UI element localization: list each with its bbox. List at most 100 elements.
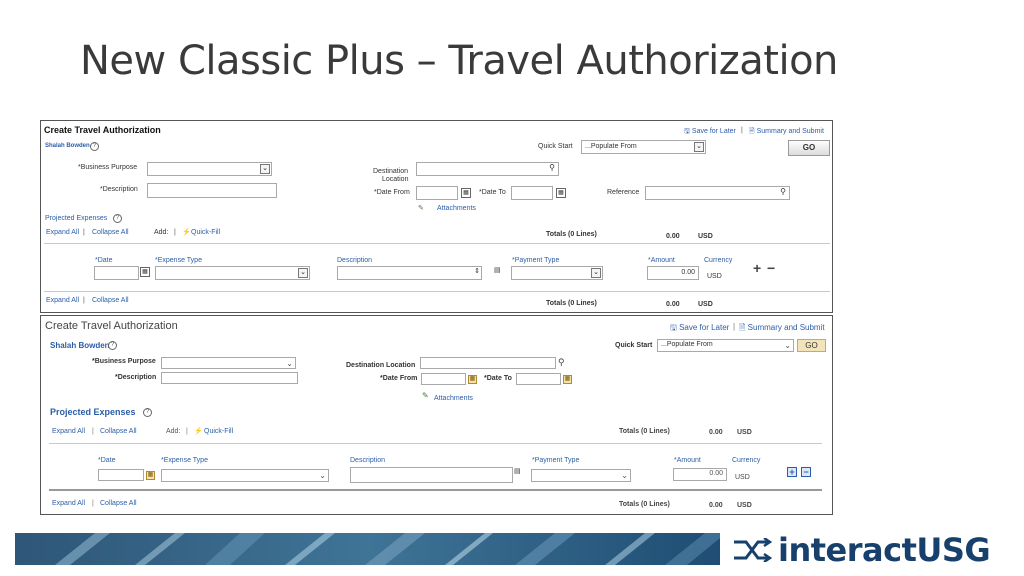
summary-submit-link[interactable]: 🗎 Summary and Submit <box>739 322 825 336</box>
user-name-link[interactable]: Shalah Bowden <box>50 341 110 350</box>
save-for-later-label: Save for Later <box>691 128 736 135</box>
calendar-icon[interactable]: ▦ <box>468 375 477 384</box>
date-from-input[interactable] <box>421 373 466 385</box>
collapse-all-link[interactable]: Collapse All <box>100 500 137 507</box>
quick-start-select[interactable]: ...Populate From ⌄ <box>657 339 794 352</box>
col-currency: Currency <box>704 257 733 264</box>
collapse-all-link[interactable]: Collapse All <box>100 428 137 435</box>
search-icon[interactable]: ⚲ <box>558 357 565 368</box>
date-to-input[interactable] <box>516 373 561 385</box>
quick-start-label: Quick Start <box>538 143 573 150</box>
summary-submit-link[interactable]: 🗎 Summary and Submit <box>749 127 824 138</box>
calendar-icon[interactable]: ▦ <box>461 188 471 198</box>
totals-amount: 0.00 <box>666 301 680 308</box>
row-amount-input[interactable]: 0.00 <box>673 468 727 481</box>
link-separator: | <box>83 229 85 236</box>
row-expense-type-select[interactable]: ⌄ <box>155 266 310 280</box>
scroll-arrows-icon[interactable]: ⇕ <box>474 267 480 275</box>
add-separator: | <box>186 428 188 435</box>
divider <box>44 291 830 292</box>
link-separator: | <box>83 297 85 304</box>
reference-label: Reference <box>607 189 640 196</box>
row-amount-input[interactable]: 0.00 <box>647 266 699 280</box>
description-input[interactable] <box>161 372 298 384</box>
link-separator: | <box>92 500 94 507</box>
spellcheck-icon[interactable]: ▤ <box>494 266 501 274</box>
col-description: Description <box>337 257 373 264</box>
calendar-icon[interactable]: ▦ <box>146 471 155 480</box>
spellcheck-icon[interactable]: ▤ <box>514 467 521 475</box>
attachment-icon: ✎ <box>418 205 424 212</box>
quick-fill-link[interactable]: Quick-Fill <box>191 229 220 236</box>
expand-all-link[interactable]: Expand All <box>46 229 79 236</box>
business-purpose-select[interactable]: ⌄ <box>147 162 272 176</box>
help-icon[interactable]: ? <box>108 341 117 350</box>
add-label: Add: <box>154 229 169 236</box>
go-button[interactable]: GO <box>797 339 826 352</box>
collapse-all-link[interactable]: Collapse All <box>92 297 129 304</box>
go-button[interactable]: GO <box>788 140 830 156</box>
row-amount-value: 0.00 <box>681 269 695 276</box>
summary-icon: 🗎 <box>739 323 746 332</box>
attachments-link[interactable]: Attachments <box>437 205 476 212</box>
add-row-button[interactable]: + <box>787 467 797 477</box>
row-expense-type-select[interactable]: ⌄ <box>161 469 329 482</box>
summary-submit-label: Summary and Submit <box>756 128 824 135</box>
divider <box>49 489 822 491</box>
help-icon[interactable]: ? <box>143 408 152 417</box>
calendar-icon[interactable]: ▦ <box>556 188 566 198</box>
totals-label: Totals (0 Lines) <box>546 300 597 307</box>
date-to-input[interactable] <box>511 186 553 200</box>
date-to-label: *Date To <box>479 189 506 196</box>
col-amount: *Amount <box>674 457 701 464</box>
business-purpose-select[interactable]: ⌄ <box>161 357 296 369</box>
totals-currency: USD <box>698 233 713 240</box>
collapse-all-link[interactable]: Collapse All <box>92 229 129 236</box>
calendar-icon[interactable]: ▦ <box>563 375 572 384</box>
expand-all-link[interactable]: Expand All <box>52 428 85 435</box>
delete-row-button[interactable]: − <box>767 260 775 276</box>
row-description-input[interactable] <box>350 467 513 483</box>
search-icon[interactable]: ⚲ <box>549 163 555 172</box>
row-description-input[interactable]: ⇕ <box>337 266 482 280</box>
quick-fill-link[interactable]: Quick-Fill <box>204 428 233 435</box>
col-expense-type: *Expense Type <box>155 257 202 264</box>
row-date-input[interactable] <box>98 469 144 481</box>
add-row-button[interactable]: + <box>753 260 761 276</box>
help-icon[interactable]: ? <box>113 214 122 223</box>
logo-mark-icon <box>734 538 772 562</box>
quick-start-select[interactable]: ...Populate From ⌄ <box>581 140 706 154</box>
search-icon[interactable]: ⚲ <box>780 187 786 196</box>
save-for-later-link[interactable]: 🖫 Save for Later <box>670 322 729 336</box>
classic-travel-authorization-panel: Create Travel Authorization 🖫 Save for L… <box>40 120 833 313</box>
date-from-input[interactable] <box>416 186 458 200</box>
reference-input[interactable]: ⚲ <box>645 186 790 200</box>
description-input[interactable] <box>147 183 277 198</box>
save-for-later-link[interactable]: 🖫 Save for Later <box>684 127 736 138</box>
expand-all-link[interactable]: Expand All <box>46 297 79 304</box>
destination-location-input[interactable]: ⚲ <box>416 162 559 176</box>
calendar-icon[interactable]: ▦ <box>140 267 150 277</box>
destination-location-input[interactable] <box>420 357 556 369</box>
expand-all-link[interactable]: Expand All <box>52 500 85 507</box>
delete-row-button[interactable]: − <box>801 467 811 477</box>
row-currency: USD <box>707 273 722 280</box>
col-date: *Date <box>95 257 113 264</box>
row-currency: USD <box>735 474 750 481</box>
quick-fill-icon: ⚡ <box>194 428 203 435</box>
description-label: *Description <box>100 186 138 193</box>
col-payment-type: *Payment Type <box>532 457 580 464</box>
add-separator: | <box>174 229 176 236</box>
toolbar-separator: | <box>741 127 743 134</box>
destination-label: Destination Location <box>346 362 416 369</box>
summary-icon: 🗎 <box>749 128 755 135</box>
attachments-link[interactable]: Attachments <box>434 395 473 402</box>
row-date-input[interactable] <box>94 266 139 280</box>
user-name-link[interactable]: Shalah Bowden <box>45 143 90 149</box>
row-payment-type-select[interactable]: ⌄ <box>531 469 631 482</box>
col-payment-type: *Payment Type <box>512 257 560 264</box>
row-payment-type-select[interactable]: ⌄ <box>511 266 603 280</box>
add-label: Add: <box>166 428 181 435</box>
quick-fill-icon: ⚡ <box>182 229 191 236</box>
help-icon[interactable]: ? <box>90 142 99 151</box>
